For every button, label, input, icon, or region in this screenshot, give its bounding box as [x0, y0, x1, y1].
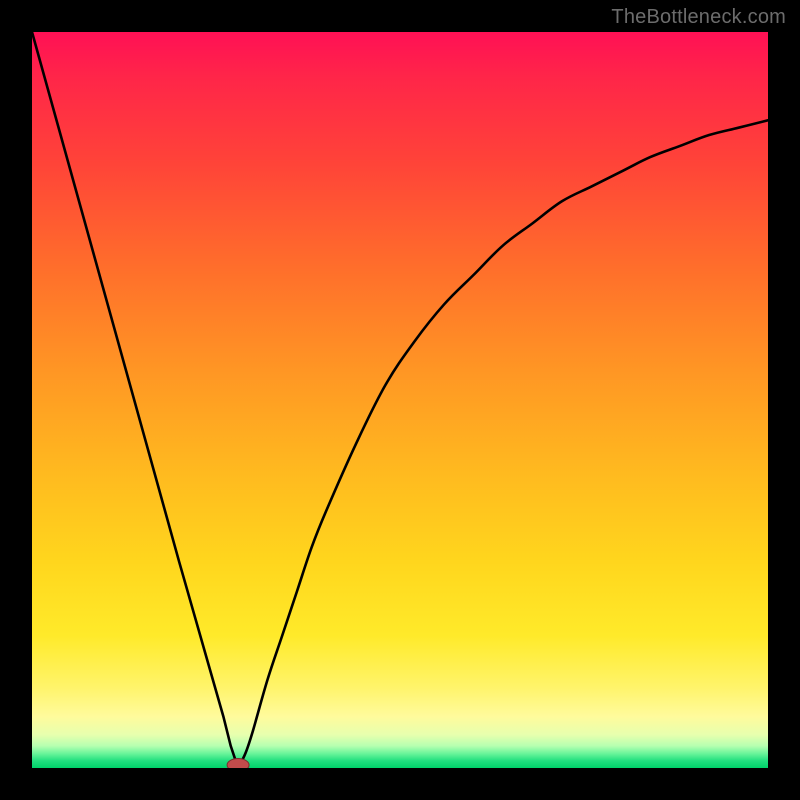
- watermark-text: TheBottleneck.com: [611, 6, 786, 29]
- bottleneck-curve-left: [32, 32, 238, 768]
- chart-frame: TheBottleneck.com: [0, 0, 800, 800]
- bottleneck-curve-right: [238, 120, 768, 768]
- plot-area: [32, 32, 768, 768]
- minimum-marker: [227, 759, 249, 769]
- chart-svg: [32, 32, 768, 768]
